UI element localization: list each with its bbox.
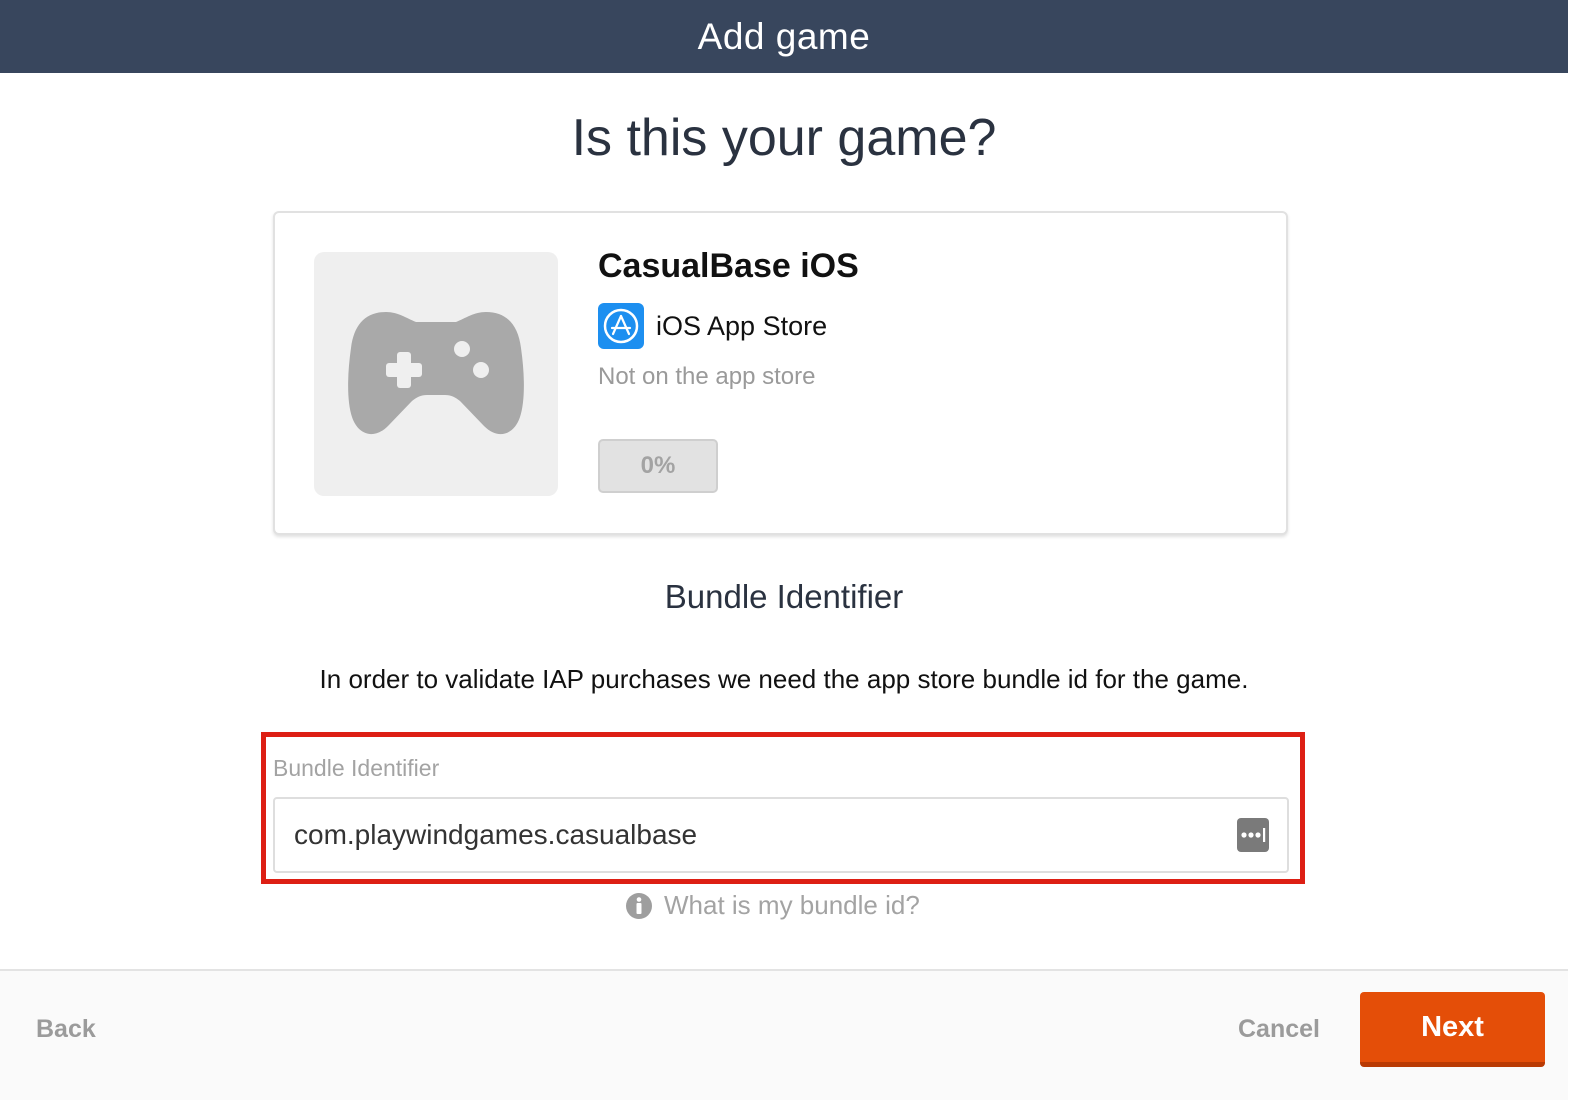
- back-button[interactable]: Back: [36, 1015, 96, 1044]
- game-name: CasualBase iOS: [598, 247, 859, 285]
- add-game-dialog: Add game Is this your game? CasualBase i…: [0, 0, 1596, 1100]
- bundle-id-label: Bundle Identifier: [273, 755, 440, 781]
- game-thumbnail: [314, 252, 558, 496]
- next-button[interactable]: Next: [1360, 992, 1545, 1067]
- bundle-description: In order to validate IAP purchases we ne…: [319, 664, 1249, 694]
- page-title: Is this your game?: [571, 109, 997, 167]
- store-status: Not on the app store: [598, 363, 816, 390]
- bundle-id-input[interactable]: [273, 797, 1289, 873]
- gamepad-icon: [348, 312, 524, 435]
- store-name: iOS App Store: [656, 310, 828, 341]
- info-icon: [626, 892, 652, 919]
- progress-badge: 0%: [598, 439, 718, 493]
- game-card: CasualBase iOS iOS App Store Not on the …: [273, 211, 1288, 535]
- password-manager-icon[interactable]: [1237, 818, 1269, 852]
- dialog-title: Add game: [697, 15, 871, 57]
- cancel-button[interactable]: Cancel: [1238, 1015, 1320, 1044]
- store-row: iOS App Store: [598, 303, 827, 349]
- dialog-header: Add game: [0, 0, 1568, 73]
- help-link-text[interactable]: What is my bundle id?: [664, 890, 920, 921]
- bundle-id-help-link[interactable]: What is my bundle id?: [626, 890, 920, 921]
- bundle-section-title: Bundle Identifier: [664, 578, 904, 615]
- dialog-footer: Back Cancel Next: [0, 969, 1568, 1100]
- window-edge: [1568, 0, 1596, 1100]
- app-store-icon: [598, 303, 644, 349]
